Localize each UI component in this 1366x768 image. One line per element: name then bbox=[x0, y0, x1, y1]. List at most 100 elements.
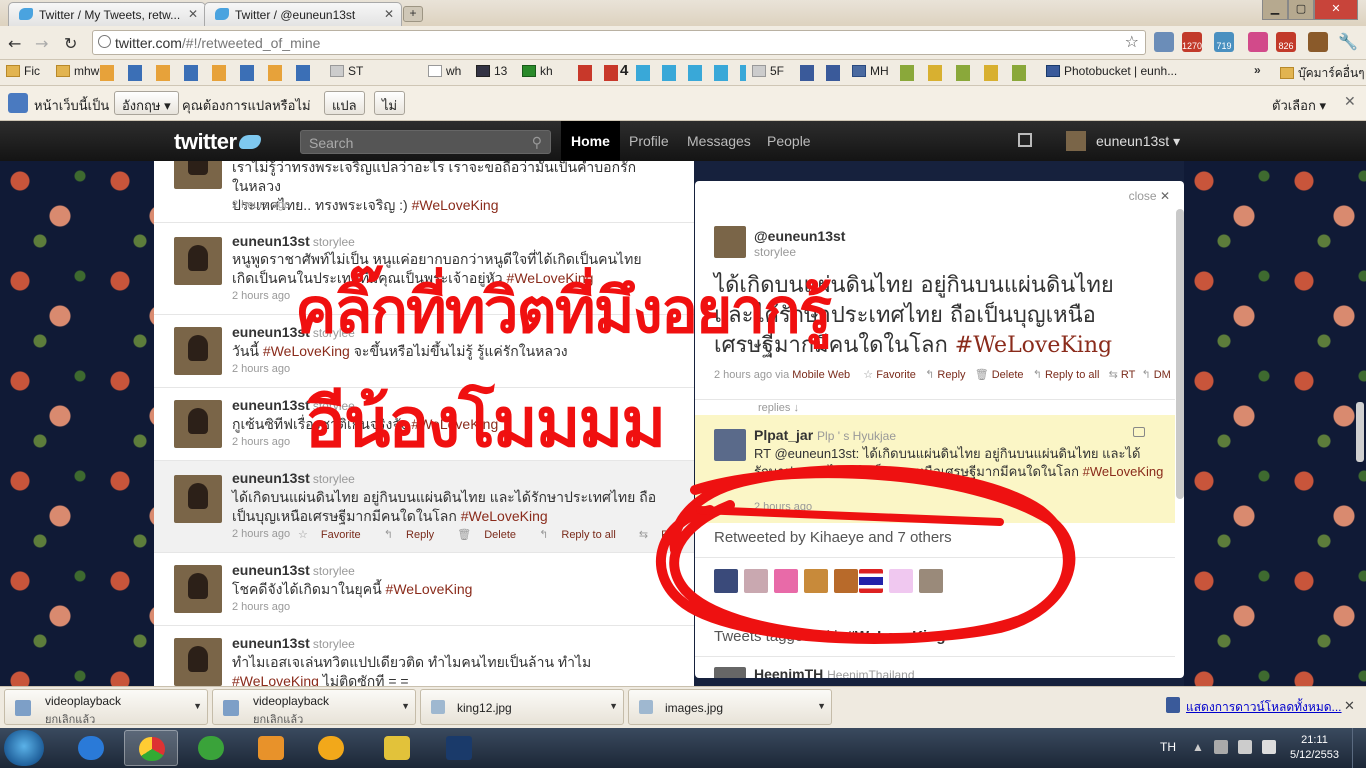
tab-my-tweets[interactable]: Twitter / My Tweets, retw... ✕ bbox=[8, 2, 206, 26]
maximize-button[interactable]: ▢ bbox=[1288, 0, 1314, 20]
extension-icon[interactable] bbox=[1308, 32, 1328, 52]
close-icon[interactable]: ✕ bbox=[384, 7, 394, 21]
retweet-action[interactable]: ⇆ RT bbox=[1109, 369, 1136, 381]
avatar[interactable] bbox=[174, 237, 222, 285]
reply-all-action[interactable]: ↰ Reply to all bbox=[1033, 369, 1100, 381]
more-bookmarks-chevron-icon[interactable]: » bbox=[1254, 63, 1261, 77]
conversation-icon[interactable] bbox=[1133, 427, 1145, 437]
avatar[interactable] bbox=[174, 638, 222, 686]
other-bookmarks-folder[interactable]: บุ๊คมาร์คอื่นๆ bbox=[1280, 64, 1365, 83]
search-input[interactable]: Search ⚲ bbox=[300, 130, 551, 154]
bookmark-item[interactable]: MH bbox=[852, 64, 889, 78]
tweet-author[interactable]: euneun13st storylee bbox=[232, 635, 355, 651]
photoshop-taskbar-icon[interactable] bbox=[432, 730, 486, 766]
dropdown-icon[interactable]: ▼ bbox=[401, 701, 410, 711]
star-icon[interactable]: ☆ bbox=[1125, 32, 1139, 52]
minimize-button[interactable]: ▁ bbox=[1262, 0, 1288, 20]
account-menu[interactable]: euneun13st ▾ bbox=[1096, 133, 1180, 150]
search-icon[interactable]: ⚲ bbox=[532, 134, 542, 151]
avatar[interactable] bbox=[174, 161, 222, 189]
app-taskbar-icon[interactable] bbox=[304, 730, 358, 766]
detail-author[interactable]: @euneun13st bbox=[754, 228, 845, 244]
compose-icon[interactable] bbox=[1018, 133, 1032, 147]
translate-options[interactable]: ตัวเลือก ▾ bbox=[1272, 95, 1326, 116]
tweet-time[interactable]: 2 hours ago bbox=[232, 290, 290, 302]
download-item[interactable]: videoplayback ยกเลิกแล้ว ▼ bbox=[212, 689, 416, 726]
tweet-time[interactable]: 2 hours ago bbox=[232, 436, 290, 448]
show-all-downloads-link[interactable]: แสดงการดาวน์โหลดทั้งหมด... bbox=[1186, 698, 1342, 717]
new-tab-button[interactable]: + bbox=[403, 6, 423, 22]
bookmark-item[interactable]: kh bbox=[522, 64, 553, 78]
clock[interactable]: 21:11 5/12/2553 bbox=[1290, 733, 1339, 763]
forward-arrow-icon[interactable]: → bbox=[35, 34, 48, 53]
avatar[interactable] bbox=[174, 400, 222, 448]
tweet-item[interactable]: เราไม่รู้ว่าทรงพระเจริญแปลว่าอะไร เราจะข… bbox=[154, 161, 694, 223]
bookmark-favicons[interactable] bbox=[578, 65, 618, 81]
window-close-button[interactable]: ✕ bbox=[1314, 0, 1358, 20]
bookmark-item[interactable]: 4 bbox=[620, 62, 628, 79]
favorite-action[interactable]: ☆ Favorite bbox=[298, 529, 371, 541]
tweet-author[interactable]: euneun13st storylee bbox=[232, 233, 355, 249]
avatar[interactable] bbox=[174, 327, 222, 375]
bookmark-item[interactable]: 5F bbox=[752, 64, 784, 78]
dropdown-icon[interactable]: ▼ bbox=[817, 701, 826, 711]
download-item[interactable]: images.jpg ▼ bbox=[628, 689, 832, 725]
bookmark-favicons[interactable] bbox=[900, 65, 1040, 81]
delete-action[interactable]: 🗑 Delete bbox=[457, 529, 526, 541]
app-taskbar-icon[interactable] bbox=[370, 730, 424, 766]
dm-action[interactable]: ↰ DM bbox=[1141, 369, 1170, 381]
nav-home[interactable]: Home bbox=[571, 133, 610, 149]
pane-close[interactable]: close ✕ bbox=[1129, 189, 1170, 203]
bookmark-item[interactable]: ST bbox=[330, 64, 363, 78]
dropdown-icon[interactable]: ▼ bbox=[193, 701, 202, 711]
extension-badge[interactable]: 719 bbox=[1214, 32, 1234, 52]
back-arrow-icon[interactable]: ← bbox=[8, 34, 21, 53]
flag-icon[interactable] bbox=[1214, 740, 1228, 754]
avatar[interactable] bbox=[714, 226, 746, 258]
tweet-time[interactable]: 2 hours ago bbox=[232, 601, 290, 613]
language-select[interactable]: อังกฤษ ▾ bbox=[114, 91, 179, 115]
reply-all-action[interactable]: ↰ Reply to all bbox=[539, 529, 626, 541]
page-scrollbar[interactable] bbox=[1356, 402, 1364, 462]
close-icon[interactable]: ✕ bbox=[1344, 698, 1355, 714]
messenger-taskbar-icon[interactable] bbox=[184, 730, 238, 766]
bookmark-favicons[interactable] bbox=[800, 65, 848, 81]
address-bar[interactable]: twitter.com/#!/retweeted_of_mine ☆ bbox=[92, 30, 1146, 55]
nav-people[interactable]: People bbox=[767, 133, 811, 149]
avatar[interactable] bbox=[174, 565, 222, 613]
tweet-item[interactable]: euneun13st storylee โชคดีจังได้เกิดมาในยุ… bbox=[154, 553, 694, 626]
reply-author[interactable]: Plpat_jar Plp ' s Hyukjae bbox=[754, 427, 896, 443]
delete-action[interactable]: 🗑 Delete bbox=[975, 369, 1024, 381]
wrench-icon[interactable]: 🔧 bbox=[1338, 32, 1358, 52]
extension-badge[interactable]: 826 bbox=[1276, 32, 1296, 52]
translate-button[interactable]: แปล bbox=[324, 91, 365, 115]
download-item[interactable]: videoplayback ยกเลิกแล้ว ▼ bbox=[4, 689, 208, 726]
nav-messages[interactable]: Messages bbox=[687, 133, 751, 149]
volume-icon[interactable] bbox=[1262, 740, 1276, 754]
pane-scrollbar[interactable] bbox=[1176, 209, 1184, 499]
bookmark-item[interactable]: 13 bbox=[476, 64, 507, 78]
tweet-time[interactable]: 2 hours ago bbox=[232, 199, 290, 211]
bookmark-favicons[interactable] bbox=[636, 65, 746, 81]
replies-toggle[interactable]: replies ↓ bbox=[754, 402, 803, 414]
close-icon[interactable]: ✕ bbox=[1344, 93, 1356, 110]
tab-euneun13st[interactable]: Twitter / @euneun13st ✕ bbox=[204, 2, 402, 26]
tweet-time[interactable]: 2 hours ago bbox=[232, 363, 290, 375]
tray-expand-icon[interactable]: ▲ bbox=[1192, 740, 1204, 754]
chrome-taskbar-icon[interactable] bbox=[124, 730, 178, 766]
input-language[interactable]: TH bbox=[1160, 740, 1176, 754]
tweet-time[interactable]: 2 hours ago bbox=[232, 528, 290, 540]
nav-profile[interactable]: Profile bbox=[629, 133, 669, 149]
next-tweet-author[interactable]: HeenimTH HeenimThailand bbox=[754, 666, 915, 678]
bookmark-item[interactable]: Photobucket | eunh... bbox=[1046, 64, 1177, 78]
music-extension-icon[interactable] bbox=[1248, 32, 1268, 52]
avatar[interactable] bbox=[1066, 131, 1086, 151]
reply-action[interactable]: ↰ Reply bbox=[925, 369, 965, 381]
extension-badge[interactable]: 1270 bbox=[1182, 32, 1202, 52]
close-icon[interactable]: ✕ bbox=[188, 7, 198, 21]
bookmark-folder[interactable]: Fic bbox=[6, 64, 40, 78]
extension-icon[interactable] bbox=[1154, 32, 1174, 52]
no-translate-button[interactable]: ไม่ bbox=[374, 91, 406, 115]
bookmark-item[interactable]: wh bbox=[428, 64, 461, 78]
tweet-item[interactable]: euneun13st storylee ทำไมเอสเจเล่นทวิตแปปเ… bbox=[154, 626, 694, 686]
